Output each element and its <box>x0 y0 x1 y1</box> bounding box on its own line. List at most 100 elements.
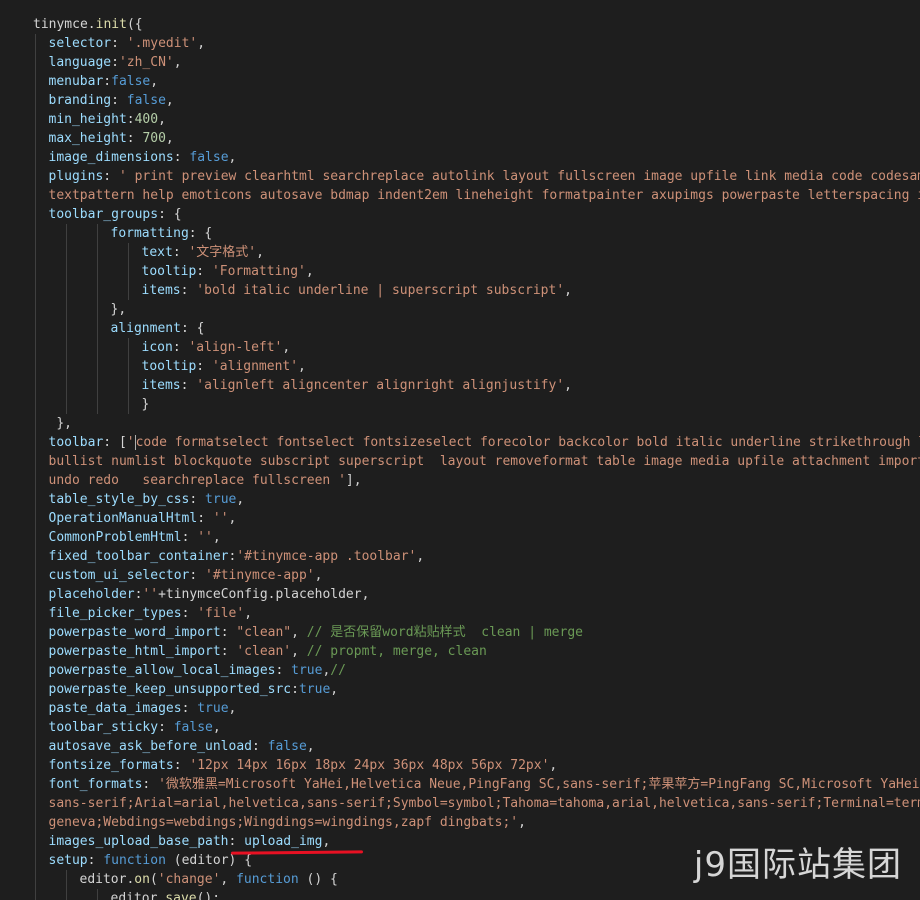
code-line[interactable]: } <box>0 395 920 414</box>
code-token: 'file' <box>197 606 245 621</box>
code-line[interactable]: selector: '.myedit', <box>0 34 920 53</box>
code-token: on <box>134 872 150 887</box>
indent-guide <box>35 205 36 224</box>
code-token: // <box>330 663 346 678</box>
indent-guide <box>35 509 36 528</box>
indent-guide <box>35 737 36 756</box>
code-line[interactable]: custom_ui_selector: '#tinymce-app', <box>0 566 920 585</box>
code-token: , <box>330 682 339 697</box>
code-token: items <box>141 283 181 298</box>
code-line[interactable]: alignment: { <box>0 319 920 338</box>
code-line[interactable]: toolbar: ['code formatselect fontselect … <box>0 433 920 452</box>
code-token: false <box>189 150 229 165</box>
code-line[interactable]: language:'zh_CN', <box>0 53 920 72</box>
code-token: fontsize_formats <box>48 758 174 773</box>
code-token: bullist numlist blockquote subscript sup… <box>48 454 920 469</box>
indent-guide <box>35 91 36 110</box>
code-token: 'Formatting' <box>211 264 306 279</box>
code-line[interactable]: max_height: 700, <box>0 129 920 148</box>
indent-guide <box>35 148 36 167</box>
code-line[interactable]: }, <box>0 300 920 319</box>
code-line[interactable]: plugins: ' print preview clearhtml searc… <box>0 167 920 186</box>
code-line[interactable]: menubar:false, <box>0 72 920 91</box>
code-token: , <box>244 606 253 621</box>
code-token: , <box>173 55 182 70</box>
code-token: '' <box>197 530 213 545</box>
code-token: alignment <box>110 321 181 336</box>
code-line[interactable]: toolbar_sticky: false, <box>0 718 920 737</box>
code-token: , <box>416 549 425 564</box>
code-token: : { <box>180 321 205 336</box>
code-line[interactable]: min_height:400, <box>0 110 920 129</box>
code-token: : <box>103 169 119 184</box>
code-line[interactable]: powerpaste_html_import: 'clean', // prop… <box>0 642 920 661</box>
code-line[interactable]: items: 'alignleft aligncenter alignright… <box>0 376 920 395</box>
code-line[interactable]: fixed_toolbar_container:'#tinymce-app .t… <box>0 547 920 566</box>
code-line[interactable]: placeholder:''+tinymceConfig.placeholder… <box>0 585 920 604</box>
indent-guide <box>66 338 67 357</box>
code-line[interactable]: paste_data_images: true, <box>0 699 920 718</box>
code-line[interactable]: tooltip: 'alignment', <box>0 357 920 376</box>
code-line[interactable]: powerpaste_keep_unsupported_src:true, <box>0 680 920 699</box>
code-token: : <box>252 739 268 754</box>
code-line[interactable]: }, <box>0 414 920 433</box>
code-line[interactable]: image_dimensions: false, <box>0 148 920 167</box>
code-line[interactable]: powerpaste_allow_local_images: true,// <box>0 661 920 680</box>
code-line[interactable]: autosave_ask_before_unload: false, <box>0 737 920 756</box>
indent-guide <box>35 72 36 91</box>
code-line[interactable]: fontsize_formats: '12px 14px 16px 18px 2… <box>0 756 920 775</box>
indent-guide <box>66 376 67 395</box>
code-token: '' <box>142 587 159 602</box>
code-area[interactable]: tinymce.init({selector: '.myedit', langua… <box>0 15 920 900</box>
code-line[interactable]: font_formats: '微软雅黑=Microsoft YaHei,Helv… <box>0 775 920 794</box>
indent-guide <box>35 794 36 813</box>
code-line[interactable]: tooltip: 'Formatting', <box>0 262 920 281</box>
code-line[interactable]: text: '文字格式', <box>0 243 920 262</box>
code-token: file_picker_types <box>48 606 182 621</box>
code-token: : <box>181 530 198 545</box>
code-line[interactable]: bullist numlist blockquote subscript sup… <box>0 452 920 471</box>
code-token: , <box>256 245 264 260</box>
code-line[interactable]: tinymce.init({ <box>0 15 920 34</box>
code-line[interactable]: formatting: { <box>0 224 920 243</box>
code-token: : <box>126 112 135 127</box>
indent-guide <box>35 889 36 900</box>
code-line[interactable]: textpattern help emoticons autosave bdma… <box>0 186 920 205</box>
code-token: powerpaste_word_import <box>48 625 221 640</box>
code-line[interactable]: CommonProblemHtml: '', <box>0 528 920 547</box>
code-token: ], <box>345 473 362 488</box>
indent-guide <box>128 281 129 300</box>
indent-guide <box>66 889 67 900</box>
indent-guide <box>35 319 36 338</box>
code-token: tinymce <box>33 17 88 32</box>
code-editor[interactable]: tinymce.init({selector: '.myedit', langua… <box>0 0 920 900</box>
code-line[interactable]: branding: false, <box>0 91 920 110</box>
indent-guide <box>35 186 36 205</box>
code-token: , <box>518 815 526 830</box>
code-token: branding <box>48 93 112 108</box>
code-line[interactable]: toolbar_groups: { <box>0 205 920 224</box>
code-line[interactable]: sans-serif;Arial=arial,helvetica,sans-se… <box>0 794 920 813</box>
code-token: '' <box>212 511 229 526</box>
code-token: image_dimensions <box>48 150 174 165</box>
code-line[interactable]: undo redo searchreplace fullscreen '], <box>0 471 920 490</box>
indent-guide <box>35 357 36 376</box>
code-line[interactable]: editor.save(); <box>0 889 920 900</box>
code-token: powerpaste_allow_local_images <box>48 663 276 678</box>
code-line[interactable]: geneva;Webdings=webdings;Wingdings=wingd… <box>0 813 920 832</box>
code-line[interactable]: table_style_by_css: true, <box>0 490 920 509</box>
code-token: : <box>181 606 198 621</box>
code-line[interactable]: file_picker_types: 'file', <box>0 604 920 623</box>
code-line[interactable]: OperationManualHtml: '', <box>0 509 920 528</box>
code-token: undo redo searchreplace fullscreen ' <box>48 473 346 488</box>
code-token: , <box>306 739 315 754</box>
code-token: plugins <box>48 169 104 184</box>
indent-guide <box>35 395 36 414</box>
code-line[interactable]: icon: 'align-left', <box>0 338 920 357</box>
code-line[interactable]: powerpaste_word_import: "clean", // 是否保留… <box>0 623 920 642</box>
code-line[interactable]: items: 'bold italic underline | superscr… <box>0 281 920 300</box>
indent-guide <box>35 661 36 680</box>
code-token: 'align-left' <box>188 340 283 355</box>
code-token: icon <box>141 340 173 355</box>
code-token: geneva;Webdings=webdings;Wingdings=wingd… <box>48 815 519 830</box>
